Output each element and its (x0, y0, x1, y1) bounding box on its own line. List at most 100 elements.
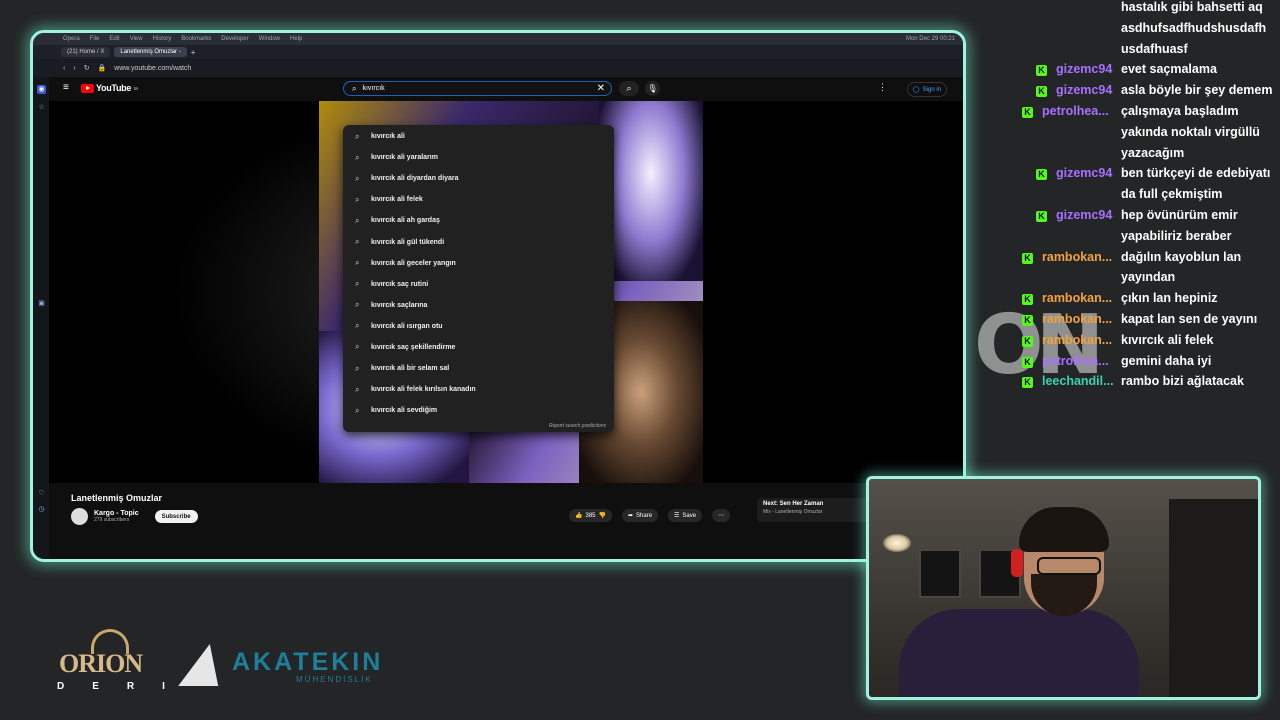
kick-badge-icon: K (1022, 294, 1033, 306)
like-button[interactable]: 👍 385 👎 (569, 509, 612, 522)
chat-username[interactable]: petrolhea... (1042, 104, 1109, 118)
voice-search-button[interactable]: 🎙 (645, 81, 660, 96)
chat-username[interactable]: gizemc94 (1056, 62, 1112, 76)
sidebar-app-icon[interactable]: ▣ (37, 299, 46, 308)
suggestion-item[interactable]: ⌕ kıvırcık saçlarına (343, 295, 614, 316)
clear-search-icon[interactable]: ✕ (597, 83, 605, 94)
mac-menu-item[interactable]: Edit (109, 36, 119, 42)
more-options-icon[interactable]: ⋮ (878, 82, 887, 93)
history-icon[interactable]: ◷ (37, 505, 46, 514)
search-input[interactable]: ⌕ kıvırcık ✕ (343, 81, 612, 96)
up-next-card[interactable]: Next: Sen Her Zaman Mix - Lanetlenmiş Om… (757, 498, 869, 522)
screen-capture: Opera File Edit View History Bookmarks Develop… (30, 30, 966, 562)
channel-avatar[interactable] (71, 508, 88, 525)
suggestion-item[interactable]: ⌕ kıvırcık ali felek kırılsın kanadın (343, 379, 614, 400)
channel-name[interactable]: Kargo - Topic (94, 510, 139, 517)
search-icon: ⌕ (355, 237, 360, 247)
reload-icon[interactable]: ↻ (84, 64, 90, 72)
mac-menu-item[interactable]: History (153, 36, 172, 42)
suggestion-text: kıvırcık ali ah gardaş (371, 217, 440, 225)
suggestion-text: kıvırcık ali felek (371, 196, 423, 204)
suggestion-item[interactable]: ⌕ kıvırcık ali gül tükendi (343, 231, 614, 252)
more-actions-button[interactable]: ⋯ (712, 509, 731, 522)
thumbs-down-icon[interactable]: 👎 (599, 512, 606, 519)
save-button[interactable]: ☰ Save (668, 509, 703, 522)
heart-icon[interactable]: ♡ (37, 489, 46, 498)
suggestion-text: kıvırcık ali gül tükendi (371, 238, 445, 246)
suggestion-text: kıvırcık ali felek kırılsın kanadın (371, 386, 476, 394)
chat-username[interactable]: gizemc94 (1056, 83, 1112, 97)
search-icon: ⌕ (355, 215, 360, 225)
search-icon: ⌕ (355, 258, 360, 268)
browser-tabbar: (21) Home / X Lanetlenmiş Omuzlar - + (33, 45, 963, 59)
mac-menu-item[interactable]: Developer (221, 36, 248, 42)
search-suggestions: ⌕ kıvırcık ali ⌕ kıvırcık ali yaralarım ⌕ kıv… (343, 125, 614, 432)
suggestion-item[interactable]: ⌕ kıvırcık ali yaralarım (343, 147, 614, 168)
chat-username[interactable]: rambokan... (1042, 291, 1112, 305)
report-predictions-link[interactable]: Report search predictions (549, 423, 606, 429)
suggestion-item[interactable]: ⌕ kıvırcık ali felek (343, 189, 614, 210)
chat-message-text: yazacağım (1121, 145, 1185, 160)
like-count: 385 (585, 512, 596, 519)
sign-in-button[interactable]: ◯ Sign in (906, 82, 947, 97)
deri-text: DERI (57, 681, 193, 692)
chat-username[interactable]: gizemc94 (1056, 166, 1112, 180)
suggestion-text: kıvırcık saç rutini (371, 280, 429, 288)
chat-username[interactable]: rambokan... (1042, 333, 1112, 347)
new-tab-icon[interactable]: + (191, 48, 196, 57)
chat-username[interactable]: gizemc94 (1056, 208, 1112, 222)
suggestion-item[interactable]: ⌕ kıvırcık ali ah gardaş (343, 210, 614, 231)
browser-tab[interactable]: (21) Home / X (61, 47, 111, 57)
chat-username[interactable]: rambokan... (1042, 312, 1112, 326)
suggestion-item[interactable]: ⌕ kıvırcık ali diyardan diyara (343, 168, 614, 189)
subscriber-count: 279 subscribers (94, 517, 130, 523)
chat-username[interactable]: rambokan... (1042, 250, 1112, 264)
menu-icon[interactable]: ≡ (63, 82, 69, 93)
suggestion-item[interactable]: ⌕ kıvırcık ali bir selam sal (343, 358, 614, 379)
suggestion-text: kıvırcık ali ısırgan otu (371, 322, 443, 330)
back-icon[interactable]: ‹ (63, 65, 65, 72)
forward-icon[interactable]: › (73, 65, 75, 72)
chat-username[interactable]: leechandil... (1042, 374, 1114, 388)
suggestion-item[interactable]: ⌕ kıvırcık ali geceler yangın (343, 253, 614, 274)
suggestion-item[interactable]: ⌕ kıvırcık saç rutini (343, 274, 614, 295)
next-subtitle: Mix - Lanetlenmiş Omuzlar (763, 509, 823, 515)
share-label: Share (636, 512, 653, 519)
suggestion-item[interactable]: ⌕ kıvırcık ali (343, 126, 614, 147)
suggestion-text: kıvırcık saçlarına (371, 301, 428, 309)
chat-message-text: yapabiliriz beraber (1121, 228, 1232, 243)
kick-badge-icon: K (1036, 86, 1047, 98)
mac-status: Mon Dec 29 00:21 (906, 33, 955, 45)
suggestion-item[interactable]: ⌕ kıvırcık saç şekillendirme (343, 337, 614, 358)
mac-menu-item[interactable]: Window (259, 36, 280, 42)
suggestion-text: kıvırcık ali (371, 133, 405, 141)
mac-menu-item[interactable]: View (130, 36, 143, 42)
share-button[interactable]: ➦ Share (621, 509, 659, 522)
subscribe-button[interactable]: Subscribe (154, 510, 198, 523)
youtube-logo[interactable]: YouTube TR (81, 83, 138, 93)
glasses (1037, 557, 1101, 575)
kick-badge-icon: K (1022, 335, 1033, 347)
search-button[interactable]: ⌕ (619, 81, 639, 96)
bookmark-icon[interactable]: ☆ (37, 103, 46, 112)
chat-username[interactable]: petrolhea... (1042, 354, 1109, 368)
url-text[interactable]: www.youtube.com/watch (114, 65, 191, 72)
video-player[interactable]: ⌕ kıvırcık ali ⌕ kıvırcık ali yaralarım ⌕ kıv… (49, 101, 963, 483)
chat-message-text: hastalık gibi bahsetti aq (1121, 0, 1263, 14)
channel-row: Kargo - Topic 279 subscribers Subscribe (71, 508, 198, 525)
mac-menu-item[interactable]: File (90, 36, 100, 42)
kick-badge-icon: K (1022, 356, 1033, 368)
youtube-logo-region: TR (133, 85, 138, 91)
mac-menu-item[interactable]: Bookmarks (181, 36, 211, 42)
search-icon: ⌕ (355, 405, 360, 415)
browser-tab[interactable]: Lanetlenmiş Omuzlar - (114, 47, 187, 57)
address-bar[interactable]: ‹ › ↻ 🔒 www.youtube.com/watch (33, 59, 963, 77)
workspace-icon[interactable]: ◉ (37, 85, 46, 94)
suggestion-text: kıvırcık ali sevdiğim (371, 407, 438, 415)
mac-menu-item[interactable]: Help (290, 36, 302, 42)
suggestion-item[interactable]: ⌕ kıvırcık ali sevdiğim (343, 400, 614, 421)
akatekin-logo: AKATEKIN MÜHENDİSLİK (178, 640, 418, 690)
video-title: Lanetlenmiş Omuzlar (71, 493, 163, 503)
suggestion-item[interactable]: ⌕ kıvırcık ali ısırgan otu (343, 316, 614, 337)
mac-menu-item[interactable]: Opera (63, 36, 80, 42)
